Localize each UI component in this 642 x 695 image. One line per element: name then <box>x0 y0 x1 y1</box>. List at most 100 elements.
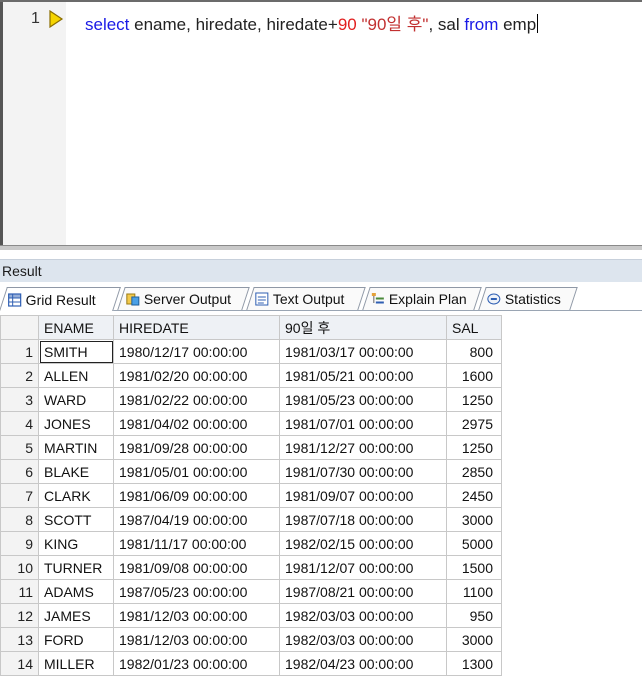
table-row[interactable]: 4 JONES 1981/04/02 00:00:00 1981/07/01 00:0… <box>0 411 502 436</box>
sal-cell[interactable]: 1100 <box>446 579 502 604</box>
after-90-days-cell[interactable]: 1982/03/03 00:00:00 <box>279 603 447 628</box>
ename-cell[interactable]: SMITH <box>38 339 114 364</box>
ename-cell[interactable]: SCOTT <box>38 507 114 532</box>
ename-cell[interactable]: ADAMS <box>38 579 114 604</box>
tab-text-output[interactable]: Text Output <box>246 287 366 310</box>
editor-splitter[interactable] <box>0 245 642 250</box>
ename-cell[interactable]: TURNER <box>38 555 114 580</box>
table-row[interactable]: 5 MARTIN 1981/09/28 00:00:00 1981/12/27 00:… <box>0 435 502 460</box>
row-number-cell[interactable]: 2 <box>0 363 39 388</box>
hiredate-cell[interactable]: 1987/04/19 00:00:00 <box>113 507 280 532</box>
hiredate-cell[interactable]: 1981/06/09 00:00:00 <box>113 483 280 508</box>
table-row[interactable]: 9 KING 1981/11/17 00:00:00 1982/02/15 00:00… <box>0 531 502 556</box>
ename-cell[interactable]: KING <box>38 531 114 556</box>
tab-server-output[interactable]: Server Output <box>117 287 250 310</box>
table-row[interactable]: 1 SMITH 1980/12/17 00:00:00 1981/03/17 00:0… <box>0 339 502 364</box>
row-number-cell[interactable]: 10 <box>0 555 39 580</box>
tab-grid-result[interactable]: Grid Result <box>0 287 121 311</box>
hiredate-cell[interactable]: 1980/12/17 00:00:00 <box>113 339 280 364</box>
row-number-cell[interactable]: 7 <box>0 483 39 508</box>
sal-cell[interactable]: 5000 <box>446 531 502 556</box>
ename-cell[interactable]: JAMES <box>38 603 114 628</box>
after-90-days-cell[interactable]: 1981/09/07 00:00:00 <box>279 483 447 508</box>
table-row[interactable]: 12 JAMES 1981/12/03 00:00:00 1982/03/03 00:… <box>0 603 502 628</box>
row-number-cell[interactable]: 9 <box>0 531 39 556</box>
column-header-hiredate[interactable]: HIREDATE <box>113 315 280 340</box>
sal-cell[interactable]: 2850 <box>446 459 502 484</box>
row-number-cell[interactable]: 5 <box>0 435 39 460</box>
grid-corner-cell[interactable] <box>0 315 39 340</box>
sql-code-line[interactable]: select ename, hiredate, hiredate+90 "90일… <box>85 10 539 35</box>
sal-cell[interactable]: 2450 <box>446 483 502 508</box>
table-row[interactable]: 10 TURNER 1981/09/08 00:00:00 1981/12/07 00… <box>0 555 502 580</box>
ename-cell[interactable]: JONES <box>38 411 114 436</box>
hiredate-cell[interactable]: 1981/09/08 00:00:00 <box>113 555 280 580</box>
after-90-days-cell[interactable]: 1981/05/21 00:00:00 <box>279 363 447 388</box>
sql-editor[interactable]: 1 select ename, hiredate, hiredate+90 "9… <box>0 0 642 250</box>
current-line-arrow-icon <box>49 10 64 28</box>
tab-statistics[interactable]: Statistics <box>478 287 578 310</box>
sal-cell[interactable]: 1300 <box>446 651 502 676</box>
ename-cell[interactable]: WARD <box>38 387 114 412</box>
row-number-cell[interactable]: 6 <box>0 459 39 484</box>
server-output-icon <box>126 293 140 306</box>
ename-cell[interactable]: BLAKE <box>38 459 114 484</box>
table-row[interactable]: 11 ADAMS 1987/05/23 00:00:00 1987/08/21 00:… <box>0 579 502 604</box>
sal-cell[interactable]: 2975 <box>446 411 502 436</box>
after-90-days-cell[interactable]: 1987/07/18 00:00:00 <box>279 507 447 532</box>
row-number-cell[interactable]: 4 <box>0 411 39 436</box>
hiredate-cell[interactable]: 1981/12/03 00:00:00 <box>113 627 280 652</box>
hiredate-cell[interactable]: 1981/02/20 00:00:00 <box>113 363 280 388</box>
column-header-sal[interactable]: SAL <box>446 315 502 340</box>
ename-cell[interactable]: ALLEN <box>38 363 114 388</box>
hiredate-cell[interactable]: 1982/01/23 00:00:00 <box>113 651 280 676</box>
table-row[interactable]: 14 MILLER 1982/01/23 00:00:00 1982/04/23 00… <box>0 651 502 676</box>
sal-cell[interactable]: 3000 <box>446 507 502 532</box>
ename-cell[interactable]: CLARK <box>38 483 114 508</box>
row-number-cell[interactable]: 11 <box>0 579 39 604</box>
sal-cell[interactable]: 800 <box>446 339 502 364</box>
hiredate-cell[interactable]: 1981/11/17 00:00:00 <box>113 531 280 556</box>
sal-cell[interactable]: 3000 <box>446 627 502 652</box>
ename-cell[interactable]: FORD <box>38 627 114 652</box>
row-number-cell[interactable]: 3 <box>0 387 39 412</box>
after-90-days-cell[interactable]: 1981/07/01 00:00:00 <box>279 411 447 436</box>
hiredate-cell[interactable]: 1981/12/03 00:00:00 <box>113 603 280 628</box>
table-row[interactable]: 7 CLARK 1981/06/09 00:00:00 1981/09/07 00:0… <box>0 483 502 508</box>
after-90-days-cell[interactable]: 1981/12/07 00:00:00 <box>279 555 447 580</box>
sal-cell[interactable]: 1500 <box>446 555 502 580</box>
row-number-cell[interactable]: 1 <box>0 339 39 364</box>
row-number-cell[interactable]: 12 <box>0 603 39 628</box>
after-90-days-cell[interactable]: 1981/03/17 00:00:00 <box>279 339 447 364</box>
after-90-days-cell[interactable]: 1982/02/15 00:00:00 <box>279 531 447 556</box>
hiredate-cell[interactable]: 1981/02/22 00:00:00 <box>113 387 280 412</box>
ename-cell[interactable]: MARTIN <box>38 435 114 460</box>
result-grid[interactable]: ENAME HIREDATE 90일 후 SAL 1 SMITH 1980/12/1… <box>0 315 502 676</box>
row-number-cell[interactable]: 14 <box>0 651 39 676</box>
sal-cell[interactable]: 1250 <box>446 387 502 412</box>
after-90-days-cell[interactable]: 1981/05/23 00:00:00 <box>279 387 447 412</box>
column-header-ename[interactable]: ENAME <box>38 315 114 340</box>
sal-cell[interactable]: 950 <box>446 603 502 628</box>
table-row[interactable]: 6 BLAKE 1981/05/01 00:00:00 1981/07/30 00:0… <box>0 459 502 484</box>
ename-cell[interactable]: MILLER <box>38 651 114 676</box>
table-row[interactable]: 8 SCOTT 1987/04/19 00:00:00 1987/07/18 00:0… <box>0 507 502 532</box>
sal-cell[interactable]: 1600 <box>446 363 502 388</box>
hiredate-cell[interactable]: 1981/04/02 00:00:00 <box>113 411 280 436</box>
after-90-days-cell[interactable]: 1982/03/03 00:00:00 <box>279 627 447 652</box>
after-90-days-cell[interactable]: 1987/08/21 00:00:00 <box>279 579 447 604</box>
table-row[interactable]: 2 ALLEN 1981/02/20 00:00:00 1981/05/21 00:0… <box>0 363 502 388</box>
after-90-days-cell[interactable]: 1981/07/30 00:00:00 <box>279 459 447 484</box>
column-header-90-days-after[interactable]: 90일 후 <box>279 315 447 340</box>
sal-cell[interactable]: 1250 <box>446 435 502 460</box>
row-number-cell[interactable]: 8 <box>0 507 39 532</box>
table-row[interactable]: 3 WARD 1981/02/22 00:00:00 1981/05/23 00:00… <box>0 387 502 412</box>
table-row[interactable]: 13 FORD 1981/12/03 00:00:00 1982/03/03 00:0… <box>0 627 502 652</box>
row-number-cell[interactable]: 13 <box>0 627 39 652</box>
after-90-days-cell[interactable]: 1982/04/23 00:00:00 <box>279 651 447 676</box>
hiredate-cell[interactable]: 1981/05/01 00:00:00 <box>113 459 280 484</box>
tab-explain-plan[interactable]: Explain Plan <box>362 287 482 310</box>
hiredate-cell[interactable]: 1987/05/23 00:00:00 <box>113 579 280 604</box>
after-90-days-cell[interactable]: 1981/12/27 00:00:00 <box>279 435 447 460</box>
hiredate-cell[interactable]: 1981/09/28 00:00:00 <box>113 435 280 460</box>
